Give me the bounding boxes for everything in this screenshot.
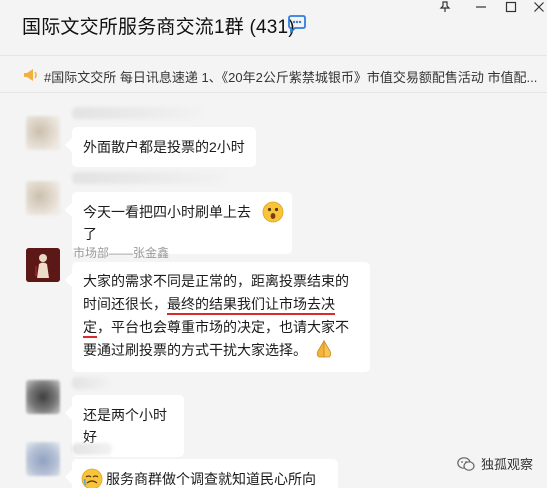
pin-icon[interactable] (432, 0, 458, 14)
message-text: 服务商群做个调查就知道民心所向了 (106, 471, 316, 487)
avatar[interactable] (26, 116, 60, 150)
praying-hands-emoji-icon (316, 339, 332, 358)
avatar[interactable] (26, 380, 60, 414)
message-bubble[interactable]: 服务商群做个调查就知道民心所向了 (72, 459, 338, 488)
chat-header: 国际文交所服务商交流1群 (431) (0, 0, 547, 50)
sender-name-blurred (72, 443, 112, 455)
minimize-icon[interactable] (468, 0, 494, 14)
surprised-emoji-icon (262, 201, 284, 223)
watermark-text: 独孤观察 (480, 457, 533, 472)
crying-emoji-icon (81, 468, 103, 488)
message-bubble[interactable]: 大家的需求不同是正常的，距离投票结束的时间还很长，最终的结果我们让市场去决定，平… (72, 262, 370, 372)
avatar[interactable] (26, 442, 60, 476)
message-text: 还是两个小时好 (83, 407, 167, 445)
group-announcement-bar[interactable]: #国际文交所 每日讯息速递 1、《20年2公斤紫禁城银币》市值交易额配售活动 市… (0, 55, 547, 93)
group-notice-icon[interactable] (287, 15, 307, 33)
message-bubble[interactable]: 外面散户都是投票的2小时 (72, 127, 256, 167)
announcement-text: #国际文交所 每日讯息速递 1、《20年2公斤紫禁城银币》市值交易额配售活动 市… (44, 70, 538, 85)
message-text: 外面散户都是投票的2小时 (83, 139, 245, 155)
message-text-part: ，平台也会尊重市场的决定，也请大家不要通过刷投票的方式干扰大家选择。 (83, 319, 349, 358)
close-icon[interactable] (526, 0, 547, 14)
message-text: 今天一看把四小时刷单上去了 (83, 204, 251, 242)
sender-name: 市场部——张金鑫 (73, 246, 170, 260)
megaphone-icon (24, 69, 37, 81)
avatar[interactable] (26, 181, 60, 215)
group-title[interactable]: 国际文交所服务商交流1群 (431) (22, 12, 295, 39)
sender-name-blurred (72, 107, 202, 119)
wechat-icon (457, 456, 475, 471)
maximize-icon[interactable] (498, 0, 524, 14)
watermark: 独孤观察 (457, 454, 533, 473)
sender-name-blurred (72, 377, 110, 389)
sender-name-blurred (72, 172, 227, 184)
avatar[interactable] (26, 248, 60, 282)
